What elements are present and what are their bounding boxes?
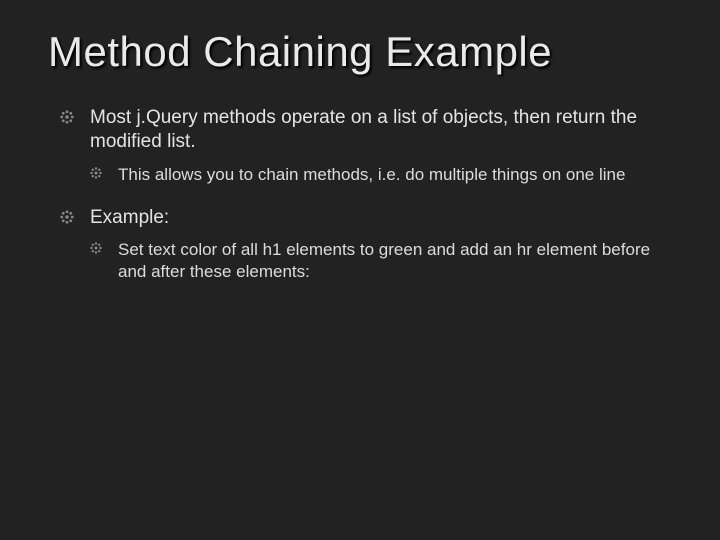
list-item: Most j.Query methods operate on a list o… [60,106,660,186]
slide-title: Method Chaining Example [48,28,720,76]
list-item-text: This allows you to chain methods, i.e. d… [118,165,625,184]
list-item-text: Set text color of all h1 elements to gre… [118,240,650,281]
slide: Method Chaining Example Most j.Query met… [0,28,720,540]
asterisk-icon [90,242,102,254]
list-item: Example: Set text color of all h1 elemen… [60,206,660,284]
asterisk-icon [90,167,102,179]
list-item: Set text color of all h1 elements to gre… [90,239,660,283]
list-item: This allows you to chain methods, i.e. d… [90,164,660,186]
asterisk-icon [60,210,74,224]
sub-list: This allows you to chain methods, i.e. d… [90,164,660,186]
list-item-text: Example: [90,207,169,228]
bullet-list: Most j.Query methods operate on a list o… [60,106,660,284]
asterisk-icon [60,110,74,124]
list-item-text: Most j.Query methods operate on a list o… [90,107,637,152]
sub-list: Set text color of all h1 elements to gre… [90,239,660,283]
